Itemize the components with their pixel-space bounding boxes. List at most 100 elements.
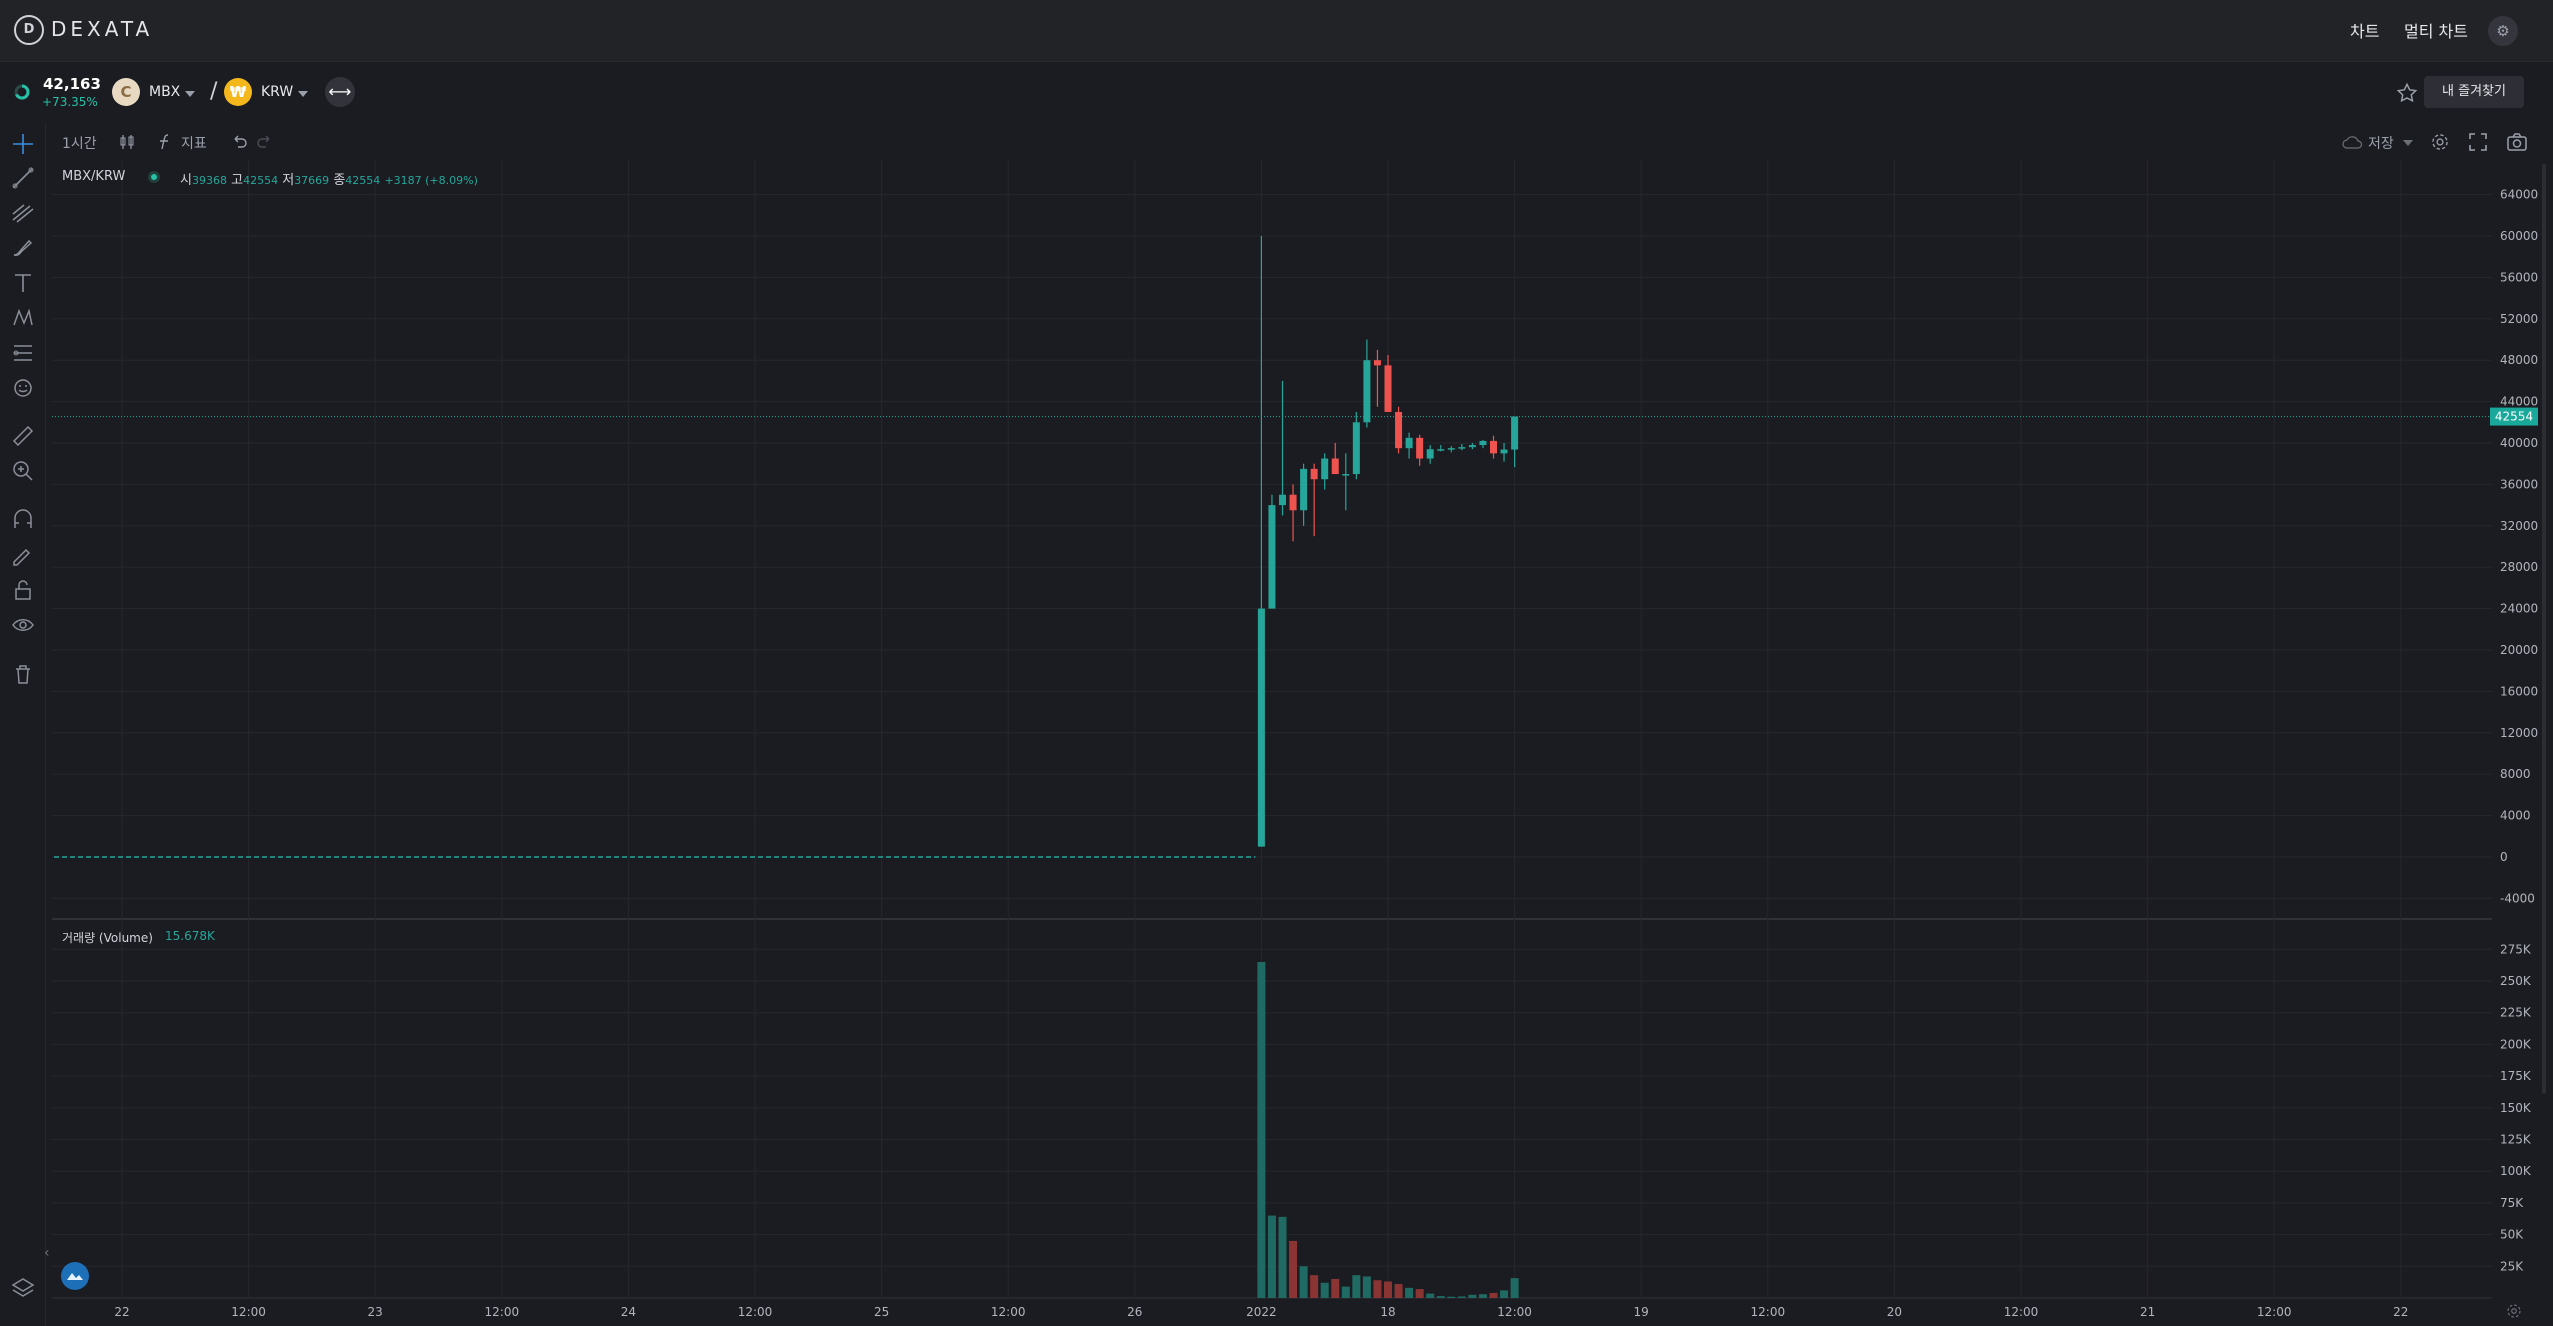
- volume-axis-label: 225K: [2500, 1006, 2532, 1020]
- volume-bar: [1415, 1289, 1424, 1298]
- volume-legend-value: 15.678K: [165, 929, 215, 943]
- time-axis-label: 12:00: [1751, 1305, 1786, 1319]
- volume-bar: [1310, 1275, 1319, 1298]
- chart-scrollbar[interactable]: [2542, 164, 2546, 1094]
- price-axis-label: 16000: [2500, 684, 2538, 698]
- volume-bar: [1478, 1294, 1487, 1298]
- price-axis-label: 56000: [2500, 270, 2538, 284]
- candle-body: [1384, 365, 1392, 412]
- time-axis-label: 12:00: [738, 1305, 773, 1319]
- candle-body: [1279, 494, 1286, 506]
- volume-bar: [1500, 1290, 1509, 1298]
- volume-bar: [1341, 1286, 1350, 1298]
- candle-body: [1352, 422, 1360, 475]
- candle-body: [1321, 458, 1329, 480]
- candle-body: [1500, 449, 1508, 454]
- time-axis-label: 2022: [1246, 1305, 1277, 1319]
- volume-bar: [1352, 1275, 1361, 1298]
- last-price-tag-label: 42554: [2495, 410, 2533, 424]
- candle-body: [1447, 448, 1455, 450]
- volume-axis-label: 75K: [2500, 1196, 2524, 1210]
- time-axis-label: 24: [621, 1305, 636, 1319]
- price-axis-label: 36000: [2500, 477, 2538, 491]
- price-axis-label: 0: [2500, 850, 2508, 864]
- candle-body: [1426, 449, 1434, 459]
- candle-body: [1395, 411, 1403, 449]
- volume-bar: [1457, 1296, 1466, 1298]
- price-axis-label: -4000: [2500, 891, 2535, 905]
- price-axis-label: 48000: [2500, 353, 2538, 367]
- time-axis-label: 12:00: [991, 1305, 1026, 1319]
- volume-axis-label: 200K: [2500, 1037, 2532, 1051]
- candle-body: [1342, 474, 1350, 476]
- time-axis-label: 12:00: [2004, 1305, 2039, 1319]
- price-axis-label: 24000: [2500, 602, 2538, 616]
- candle-body: [1331, 458, 1339, 475]
- visibility-dot-icon[interactable]: [147, 170, 161, 184]
- volume-bar: [1468, 1294, 1477, 1298]
- price-axis-label: 28000: [2500, 560, 2538, 574]
- price-axis-label: 32000: [2500, 519, 2538, 533]
- candle-body: [1468, 445, 1476, 448]
- candle-body: [1416, 437, 1424, 459]
- volume-bar: [1320, 1282, 1329, 1298]
- time-axis-label: 18: [1380, 1305, 1395, 1319]
- brand-badge-icon[interactable]: [60, 1261, 90, 1291]
- price-chart[interactable]: 6400060000560005200048000440004000036000…: [0, 0, 2553, 1326]
- volume-bar: [1405, 1287, 1414, 1298]
- candle-body: [1437, 449, 1445, 451]
- price-axis-label: 8000: [2500, 767, 2531, 781]
- candle-body: [1310, 468, 1318, 480]
- volume-bar: [1362, 1276, 1371, 1298]
- volume-axis-label: 250K: [2500, 974, 2532, 988]
- volume-bar: [1489, 1292, 1498, 1298]
- volume-bar: [1426, 1293, 1435, 1298]
- volume-axis-label: 150K: [2500, 1101, 2532, 1115]
- time-axis-label: 12:00: [1497, 1305, 1532, 1319]
- volume-legend-label: 거래량 (Volume): [62, 931, 153, 945]
- volume-bar: [1373, 1280, 1382, 1298]
- price-axis-label: 20000: [2500, 643, 2538, 657]
- time-axis-label: 21: [2140, 1305, 2155, 1319]
- volume-bar: [1447, 1296, 1456, 1298]
- volume-axis-label: 100K: [2500, 1164, 2532, 1178]
- time-axis-label: 20: [1887, 1305, 1902, 1319]
- axis-settings-icon[interactable]: [2505, 1302, 2523, 1320]
- volume-bar: [1289, 1240, 1298, 1298]
- candle-body: [1268, 505, 1276, 609]
- volume-bar: [1436, 1296, 1445, 1298]
- volume-bar: [1510, 1278, 1519, 1298]
- candle-body: [1373, 360, 1381, 366]
- time-axis-label: 12:00: [231, 1305, 266, 1319]
- volume-axis-label: 50K: [2500, 1228, 2524, 1242]
- time-axis-label: 23: [368, 1305, 383, 1319]
- price-axis-label: 52000: [2500, 312, 2538, 326]
- candle-body: [1363, 360, 1371, 423]
- candle-body: [1289, 494, 1297, 511]
- volume-axis-label: 175K: [2500, 1069, 2532, 1083]
- volume-bar: [1331, 1278, 1340, 1298]
- price-axis-label: 60000: [2500, 229, 2538, 243]
- volume-bar: [1257, 961, 1266, 1298]
- time-axis-label: 26: [1127, 1305, 1142, 1319]
- candle-body: [1490, 440, 1497, 454]
- volume-axis-label: 25K: [2500, 1259, 2524, 1273]
- volume-bar: [1267, 1215, 1276, 1298]
- legend-pair: MBX/KRW: [62, 169, 126, 184]
- time-axis-label: 22: [114, 1305, 129, 1319]
- price-axis-label: 12000: [2500, 726, 2538, 740]
- time-axis-label: 22: [2393, 1305, 2408, 1319]
- price-axis-label: 44000: [2500, 395, 2538, 409]
- price-axis-label: 4000: [2500, 809, 2531, 823]
- candle-body: [1257, 608, 1265, 847]
- volume-axis-label: 125K: [2500, 1133, 2532, 1147]
- price-axis-label: 40000: [2500, 436, 2538, 450]
- collapse-arrow-icon[interactable]: ‹: [44, 1245, 50, 1261]
- volume-bar: [1394, 1284, 1403, 1298]
- candle-body: [1300, 468, 1308, 511]
- time-axis-label: 25: [874, 1305, 889, 1319]
- candle-body: [1405, 437, 1413, 449]
- candle-body: [1458, 447, 1466, 449]
- price-axis-label: 64000: [2500, 188, 2538, 202]
- candle-body: [1479, 440, 1487, 446]
